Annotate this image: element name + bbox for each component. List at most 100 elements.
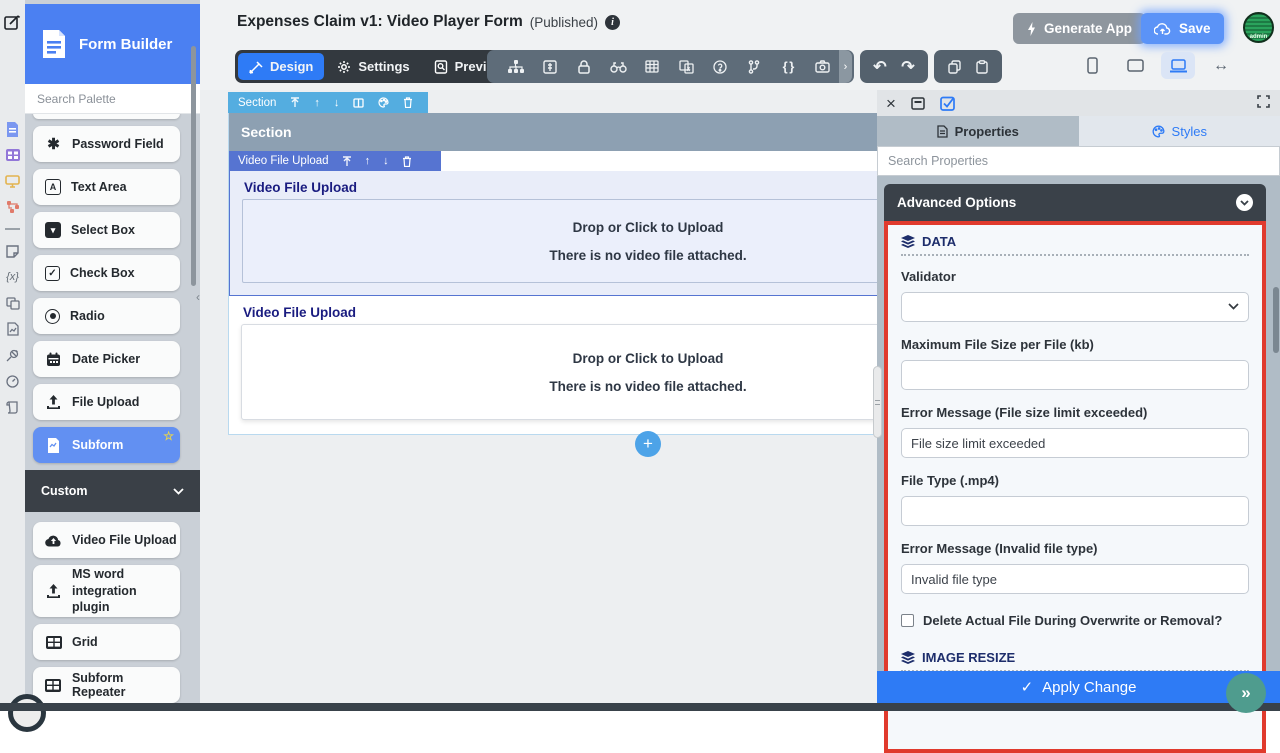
palette-item-subform-repeater[interactable]: Subform Repeater [33, 667, 180, 703]
form-structure-icon[interactable] [533, 60, 567, 74]
binoculars-icon[interactable] [601, 61, 635, 73]
palette-item-radio[interactable]: Radio [33, 298, 180, 334]
desktop-preview-icon[interactable] [1161, 52, 1195, 79]
palette-item-ms-word-plugin[interactable]: MS word integration plugin [33, 565, 180, 617]
validator-select[interactable] [901, 292, 1249, 322]
file-type-input[interactable] [901, 496, 1249, 526]
window-icon[interactable] [911, 97, 925, 110]
properties-search-input[interactable] [877, 146, 1280, 176]
move-out-icon[interactable] [290, 97, 300, 108]
favorite-star-icon[interactable]: ☆ [163, 429, 174, 443]
palette-search-input[interactable]: Search Palette [25, 84, 200, 114]
datalist-grid-icon[interactable] [0, 142, 25, 168]
max-file-size-input[interactable] [901, 360, 1249, 390]
palette-item-video-file-upload[interactable]: Video File Upload [33, 522, 180, 558]
palette-item-select-box[interactable]: ▾ Select Box [33, 212, 180, 248]
form-doc-icon[interactable] [0, 116, 25, 142]
palette-icon[interactable] [378, 97, 389, 108]
section-element-tab[interactable]: Section ↑ ↓ [228, 92, 428, 113]
video-upload-element-2[interactable]: Video File Upload Drop or Click to Uploa… [229, 296, 877, 420]
logs-scroll-icon[interactable] [0, 394, 25, 420]
palette-item-file-upload[interactable]: File Upload [33, 384, 180, 420]
panel-scrollbar[interactable] [1273, 287, 1279, 353]
checked-checkbox-icon[interactable] [940, 96, 956, 111]
mobile-preview-icon[interactable] [1075, 52, 1109, 79]
palette-item-text-area[interactable]: A Text Area [33, 169, 180, 205]
delete-icon[interactable] [402, 156, 412, 167]
validator-label: Validator [901, 269, 1249, 284]
version-branch-icon[interactable] [737, 60, 771, 74]
palette-item-grid[interactable]: Grid [33, 624, 180, 660]
error-size-input[interactable] [901, 428, 1249, 458]
move-down-icon[interactable]: ↓ [383, 155, 389, 167]
userview-monitor-icon[interactable] [0, 168, 25, 194]
info-icon[interactable]: i [605, 15, 620, 30]
move-up-icon[interactable]: ↑ [314, 97, 320, 109]
help-icon[interactable] [703, 60, 737, 74]
apply-change-button[interactable]: ✓ Apply Change [877, 671, 1280, 703]
advanced-options-header[interactable]: Advanced Options [884, 184, 1266, 221]
save-button[interactable]: Save [1141, 13, 1224, 44]
panel-toolbar: × [877, 90, 1280, 116]
window-bottom-edge [0, 703, 1280, 711]
json-braces-icon[interactable]: { } [771, 59, 805, 74]
tab-styles[interactable]: Styles [1079, 116, 1280, 146]
move-down-icon[interactable]: ↓ [334, 97, 340, 109]
palette-item-date-picker[interactable]: Date Picker [33, 341, 180, 377]
table-icon[interactable] [635, 60, 669, 73]
close-icon[interactable]: × [886, 95, 896, 112]
palette-item-check-box[interactable]: ✓ Check Box [33, 255, 180, 291]
move-out-icon[interactable] [342, 156, 352, 167]
notes-icon[interactable] [0, 238, 25, 264]
palette-collapse-icon[interactable]: ‹ [196, 290, 200, 304]
palette-scrollbar[interactable] [191, 46, 196, 286]
undo-icon[interactable]: ↶ [866, 57, 894, 77]
tab-settings[interactable]: Settings [326, 53, 420, 80]
screenshot-camera-icon[interactable] [805, 60, 839, 73]
plugin-icon[interactable] [0, 342, 25, 368]
tab-properties[interactable]: Properties [877, 116, 1079, 146]
variables-icon[interactable]: {x} [0, 264, 25, 290]
palette-item-password-field[interactable]: ✱ Password Field [33, 126, 180, 162]
report-file-icon[interactable] [0, 316, 25, 342]
performance-gauge-icon[interactable] [0, 368, 25, 394]
delete-icon[interactable] [403, 97, 413, 108]
collapse-chevron-icon[interactable] [1236, 194, 1253, 211]
panel-resize-handle[interactable] [873, 366, 882, 438]
paste-icon[interactable] [968, 60, 996, 74]
field-label: Video File Upload [229, 296, 877, 324]
translate-pages-icon[interactable] [669, 60, 703, 74]
error-type-input[interactable] [901, 564, 1249, 594]
bottom-left-fab[interactable] [8, 694, 46, 732]
delete-file-checkbox[interactable] [901, 614, 914, 627]
redo-icon[interactable]: ↷ [894, 57, 922, 77]
generate-app-button[interactable]: Generate App [1013, 13, 1146, 44]
document-icon [937, 125, 948, 138]
tab-design[interactable]: Design [238, 53, 324, 80]
lock-icon[interactable] [567, 60, 601, 74]
copy-icon[interactable] [940, 60, 968, 74]
device-preview-toggles: ↔ [1075, 52, 1238, 79]
drop-zone[interactable]: Drop or Click to Upload There is no vide… [241, 324, 877, 420]
field-label: Video File Upload [230, 171, 877, 199]
next-step-fab[interactable]: » [1226, 673, 1266, 713]
expand-icon[interactable] [1257, 95, 1270, 108]
drop-zone[interactable]: Drop or Click to Upload There is no vide… [242, 199, 877, 283]
video-upload-element-tab[interactable]: Video File Upload ↑ ↓ [229, 151, 441, 171]
section-element[interactable]: Section Video File Upload ↑ ↓ Video File… [228, 113, 877, 435]
sitemap-icon[interactable] [499, 60, 533, 74]
palette-group-custom[interactable]: Custom [25, 470, 200, 512]
palette-item-subform[interactable]: ☆ Subform [33, 427, 180, 463]
toolbar-more-icon[interactable]: › [839, 50, 852, 83]
translate-icon[interactable] [0, 290, 25, 316]
full-width-preview-icon[interactable]: ↔ [1204, 52, 1238, 79]
edit-compose-icon[interactable] [0, 0, 25, 44]
move-up-icon[interactable]: ↑ [365, 155, 371, 167]
tablet-preview-icon[interactable] [1118, 52, 1152, 79]
process-tree-icon[interactable] [0, 194, 25, 220]
add-element-button[interactable]: + [635, 431, 661, 457]
video-upload-element-1[interactable]: Video File Upload Drop or Click to Uploa… [229, 171, 877, 296]
columns-icon[interactable] [353, 98, 364, 108]
palette-item-partial[interactable] [33, 114, 180, 119]
avatar[interactable]: admin [1243, 12, 1274, 43]
